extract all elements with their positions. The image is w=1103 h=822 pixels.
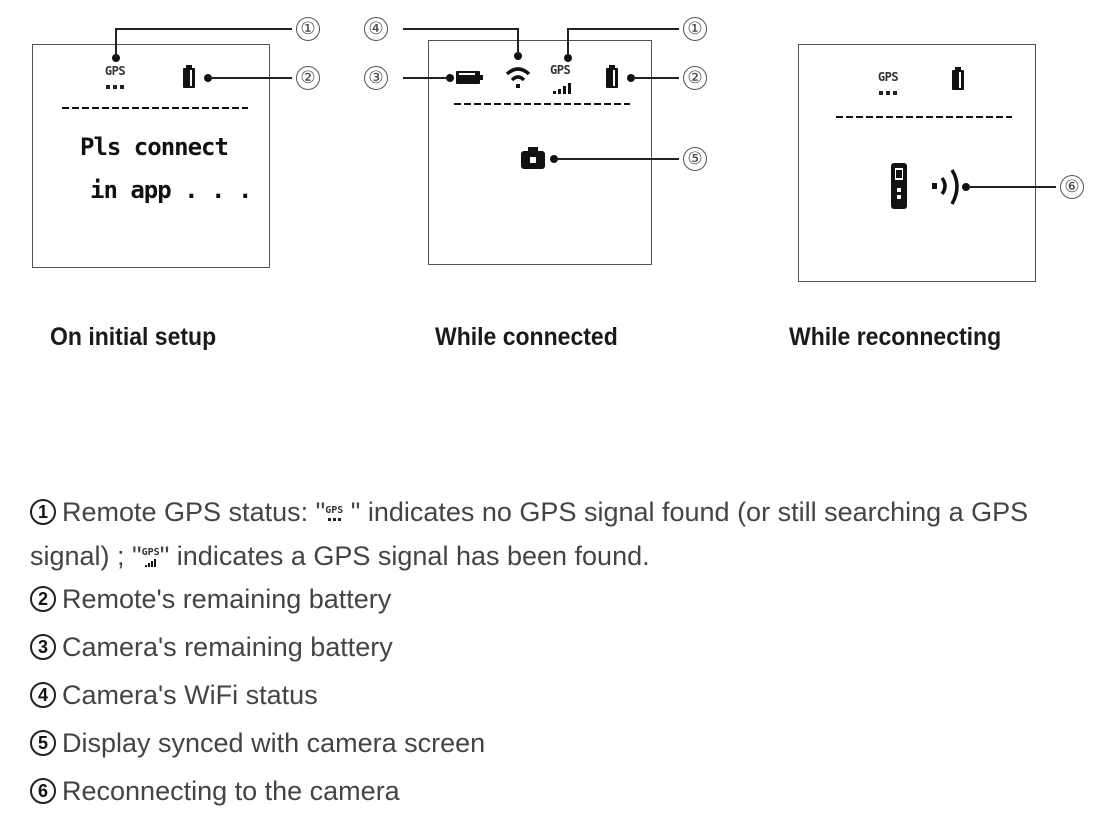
legend-item-6: 6 Reconnecting to the camera xyxy=(30,776,400,807)
reconnect-signal-icon xyxy=(932,169,959,205)
message-line-1: Pls connect xyxy=(80,133,229,161)
wifi-icon xyxy=(505,67,531,88)
gps-status-searching: GPS xyxy=(871,68,905,95)
gps-label: GPS xyxy=(104,64,126,78)
divider-line xyxy=(454,103,630,105)
gps-searching-dots-icon xyxy=(871,91,905,95)
callout-line xyxy=(633,77,679,79)
gps-status-searching: GPS xyxy=(98,62,132,89)
divider-line xyxy=(62,107,248,109)
camera-battery-icon xyxy=(456,71,483,84)
legend-item-1: 1 Remote GPS status: " GPS " indicates no … xyxy=(30,497,1029,571)
gps-status-found: GPS xyxy=(550,61,584,94)
legend-number: 1 xyxy=(30,499,56,525)
callout-line xyxy=(556,158,679,160)
remote-battery-icon xyxy=(183,65,195,88)
remote-battery-icon xyxy=(952,67,964,90)
gps-label: GPS xyxy=(877,70,899,84)
callout-1-marker: ① xyxy=(683,17,707,41)
callout-2-marker: ② xyxy=(683,66,707,90)
legend-item-4: 4 Camera's WiFi status xyxy=(30,680,318,711)
callout-line xyxy=(115,29,117,57)
callout-6-marker: ⑥ xyxy=(1060,175,1084,199)
divider-line xyxy=(836,116,1012,118)
legend-item-3: 3 Camera's remaining battery xyxy=(30,632,393,663)
callout-line xyxy=(567,28,679,30)
gps-label: GPS xyxy=(550,63,571,77)
callout-4-marker: ④ xyxy=(364,17,388,41)
remote-device-icon xyxy=(891,163,907,209)
screen-reconnecting xyxy=(798,44,1036,282)
callout-3-marker: ③ xyxy=(364,66,388,90)
remote-battery-icon xyxy=(606,65,618,88)
callout-line xyxy=(403,77,449,79)
gps-searching-dots-icon xyxy=(98,85,132,89)
callout-1-marker: ① xyxy=(296,17,320,41)
callout-line xyxy=(115,28,292,30)
callout-line xyxy=(210,77,292,79)
message-line-2: in app . . . xyxy=(90,176,252,204)
callout-2-marker: ② xyxy=(296,66,320,90)
caption-connected: While connected xyxy=(435,323,618,351)
callout-line xyxy=(968,186,1056,188)
camera-icon xyxy=(521,147,545,169)
caption-initial-setup: On initial setup xyxy=(50,323,217,351)
legend-item-5: 5 Display synced with camera screen xyxy=(30,728,485,759)
gps-found-inline-icon: GPS xyxy=(142,548,160,568)
legend-item-2: 2 Remote's remaining battery xyxy=(30,584,391,615)
caption-reconnecting: While reconnecting xyxy=(789,323,1002,351)
gps-searching-inline-icon: GPS xyxy=(325,506,343,522)
gps-signal-bars-icon xyxy=(553,82,584,94)
callout-line xyxy=(517,28,519,54)
callout-line xyxy=(403,28,519,30)
callout-5-marker: ⑤ xyxy=(683,147,707,171)
callout-line xyxy=(567,28,569,56)
